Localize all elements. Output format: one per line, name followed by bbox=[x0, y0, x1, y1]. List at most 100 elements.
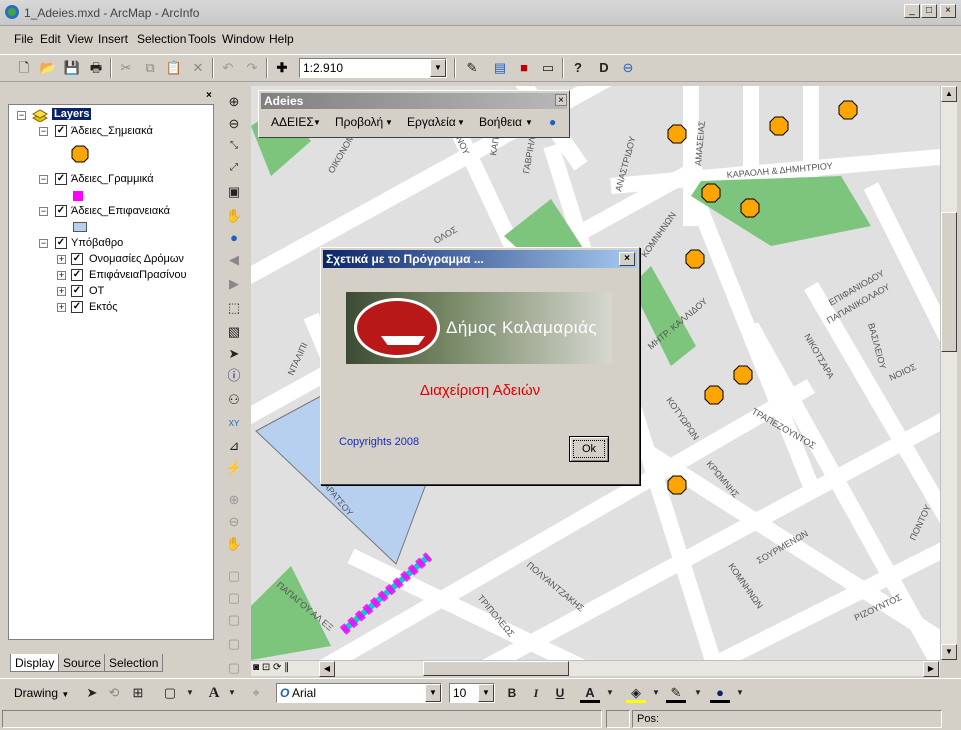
zoom-extent-icon[interactable]: ▣ bbox=[224, 182, 244, 202]
expand-icon[interactable]: + bbox=[57, 271, 66, 280]
scroll-up-icon[interactable]: ▲ bbox=[941, 86, 957, 102]
copy-icon[interactable]: ⧉ bbox=[140, 58, 160, 78]
undo-icon[interactable]: ↶ bbox=[218, 58, 238, 78]
vertical-scroll-thumb[interactable] bbox=[941, 212, 957, 352]
map-vertical-scrollbar[interactable]: ▲ ▼ bbox=[940, 86, 957, 660]
print-icon[interactable]: 🖶 bbox=[86, 58, 106, 78]
sublayer-label[interactable]: Ονομασίες Δρόμων bbox=[89, 253, 184, 265]
permit-point[interactable] bbox=[838, 100, 858, 120]
tab-source[interactable]: Source bbox=[58, 654, 107, 672]
zoom-to-selected-icon[interactable]: ⊞ bbox=[128, 683, 148, 703]
layer-visibility-checkbox[interactable]: ✓ bbox=[55, 237, 67, 249]
dialog-close-button[interactable]: × bbox=[619, 252, 635, 266]
rotate-icon[interactable]: ⟲ bbox=[104, 683, 124, 703]
zoom-in-icon[interactable]: ⊕ bbox=[224, 92, 244, 112]
command-line-icon[interactable]: ▭ bbox=[538, 58, 558, 78]
layer-visibility-checkbox[interactable]: ✓ bbox=[71, 269, 83, 281]
chevron-down-icon[interactable]: ▼ bbox=[646, 683, 666, 703]
menu-adeies[interactable]: ΑΔΕΙΕΣ bbox=[271, 115, 314, 129]
forward-arrow-icon[interactable]: ▶ bbox=[224, 274, 244, 294]
menu-tools[interactable]: Tools bbox=[188, 32, 216, 46]
layout-view-toggle-icons[interactable]: ◙ ⊡ ⟳ ∥ bbox=[253, 662, 289, 673]
permit-point[interactable] bbox=[740, 198, 760, 218]
font-size-combo[interactable]: 10 ▼ bbox=[449, 683, 495, 703]
open-folder-icon[interactable]: 📂 bbox=[38, 58, 58, 78]
map-scale-combo[interactable]: 1:2.910 ▼ bbox=[299, 58, 447, 78]
arccatalog-icon[interactable]: ▤ bbox=[490, 58, 510, 78]
scroll-left-icon[interactable]: ◀ bbox=[319, 661, 335, 677]
go-to-xy-icon[interactable]: XY bbox=[224, 414, 244, 434]
menu-provoli[interactable]: Προβολή bbox=[335, 115, 383, 129]
sublayer-label[interactable]: ΟΤ bbox=[89, 285, 104, 297]
scroll-right-icon[interactable]: ▶ bbox=[923, 661, 939, 677]
layout-zoom-100-icon[interactable]: ▢ bbox=[224, 634, 244, 654]
new-document-icon[interactable]: 🗋 bbox=[14, 58, 34, 78]
back-arrow-icon[interactable]: ◀ bbox=[224, 250, 244, 270]
layer-visibility-checkbox[interactable]: ✓ bbox=[71, 301, 83, 313]
permit-point[interactable] bbox=[667, 475, 687, 495]
arctoolbox-icon[interactable]: ■ bbox=[514, 58, 534, 78]
editor-toolbar-icon[interactable]: ✎ bbox=[462, 58, 482, 78]
cut-icon[interactable]: ✂ bbox=[116, 58, 136, 78]
permit-point[interactable] bbox=[701, 183, 721, 203]
italic-icon[interactable]: I bbox=[526, 683, 546, 703]
layer-label[interactable]: Άδειες_Επιφανειακά bbox=[71, 205, 170, 217]
layer-visibility-checkbox[interactable]: ✓ bbox=[55, 125, 67, 137]
line-color-icon[interactable]: ✎ bbox=[666, 683, 686, 703]
permit-point[interactable] bbox=[704, 385, 724, 405]
close-toolbar-icon[interactable]: × bbox=[555, 94, 567, 106]
close-panel-icon[interactable]: × bbox=[206, 90, 216, 101]
expand-icon[interactable]: + bbox=[57, 255, 66, 264]
layout-fixed-zoom-in-icon[interactable]: ▢ bbox=[224, 566, 244, 586]
layer-visibility-checkbox[interactable]: ✓ bbox=[71, 253, 83, 265]
menu-ergaleia[interactable]: Εργαλεία bbox=[407, 115, 456, 129]
layout-pan-icon[interactable]: ✋ bbox=[224, 534, 244, 554]
drawing-menu[interactable]: Drawing ▼ bbox=[14, 686, 69, 700]
pan-hand-icon[interactable]: ✋ bbox=[224, 206, 244, 226]
menu-help[interactable]: Help bbox=[269, 32, 294, 46]
collapse-icon[interactable]: − bbox=[39, 207, 48, 216]
collapse-icon[interactable]: − bbox=[39, 175, 48, 184]
chevron-down-icon[interactable]: ▼ bbox=[222, 683, 242, 703]
clear-selection-icon[interactable]: ▧ bbox=[224, 322, 244, 342]
underline-icon[interactable]: U bbox=[550, 683, 570, 703]
layout-zoom-in-icon[interactable]: ⊕ bbox=[224, 490, 244, 510]
layer-label[interactable]: Άδειες_Σημειακά bbox=[71, 125, 153, 137]
ok-button[interactable]: Ok bbox=[569, 436, 609, 462]
layout-fixed-zoom-out-icon[interactable]: ▢ bbox=[224, 588, 244, 608]
layer-label[interactable]: Άδειες_Γραμμικά bbox=[71, 173, 154, 185]
adeies-toolbar-title[interactable]: Adeies bbox=[261, 93, 567, 109]
redo-icon[interactable]: ↷ bbox=[242, 58, 262, 78]
tab-display[interactable]: Display bbox=[10, 654, 60, 672]
save-icon[interactable]: 💾 bbox=[62, 58, 82, 78]
dimension-icon[interactable]: D bbox=[594, 58, 614, 78]
maximize-button[interactable]: □ bbox=[921, 4, 937, 18]
chevron-down-icon[interactable]: ▼ bbox=[600, 683, 620, 703]
map-horizontal-scrollbar[interactable]: ◙ ⊡ ⟳ ∥ ◀ ▶ bbox=[251, 660, 940, 677]
collapse-icon[interactable]: − bbox=[17, 111, 26, 120]
chevron-down-icon[interactable]: ▼ bbox=[430, 59, 446, 77]
expand-icon[interactable]: + bbox=[57, 287, 66, 296]
edit-vertices-icon[interactable]: ⌖ bbox=[246, 683, 266, 703]
font-color-icon[interactable]: A bbox=[580, 683, 600, 703]
layout-full-page-icon[interactable]: ▢ bbox=[224, 610, 244, 630]
horizontal-scroll-thumb[interactable] bbox=[423, 661, 569, 676]
scroll-down-icon[interactable]: ▼ bbox=[941, 644, 957, 660]
fill-color-icon[interactable]: ◈ bbox=[626, 683, 646, 703]
toc-root-layers[interactable]: Layers bbox=[52, 108, 92, 120]
tab-selection[interactable]: Selection bbox=[104, 654, 164, 672]
permit-point[interactable] bbox=[685, 249, 705, 269]
chevron-down-icon[interactable]: ▼ bbox=[478, 684, 494, 702]
minimize-button[interactable]: _ bbox=[904, 4, 920, 18]
layout-zoom-out-icon[interactable]: ⊖ bbox=[224, 512, 244, 532]
chevron-down-icon[interactable]: ▼ bbox=[688, 683, 708, 703]
zoom-out-icon[interactable]: ⊖ bbox=[224, 114, 244, 134]
measure-icon[interactable]: ⊿ bbox=[224, 436, 244, 456]
sublayer-label[interactable]: ΕπιφάνειαΠρασίνου bbox=[89, 269, 187, 281]
globe-tool-icon[interactable]: ⊖ bbox=[618, 58, 638, 78]
group-layer-label[interactable]: Υπόβαθρο bbox=[71, 237, 123, 249]
add-data-icon[interactable]: ✚ bbox=[272, 58, 292, 78]
font-name-combo[interactable]: O Arial ▼ bbox=[276, 683, 442, 703]
select-arrow-icon[interactable]: ➤ bbox=[82, 683, 102, 703]
expand-icon[interactable]: + bbox=[57, 303, 66, 312]
